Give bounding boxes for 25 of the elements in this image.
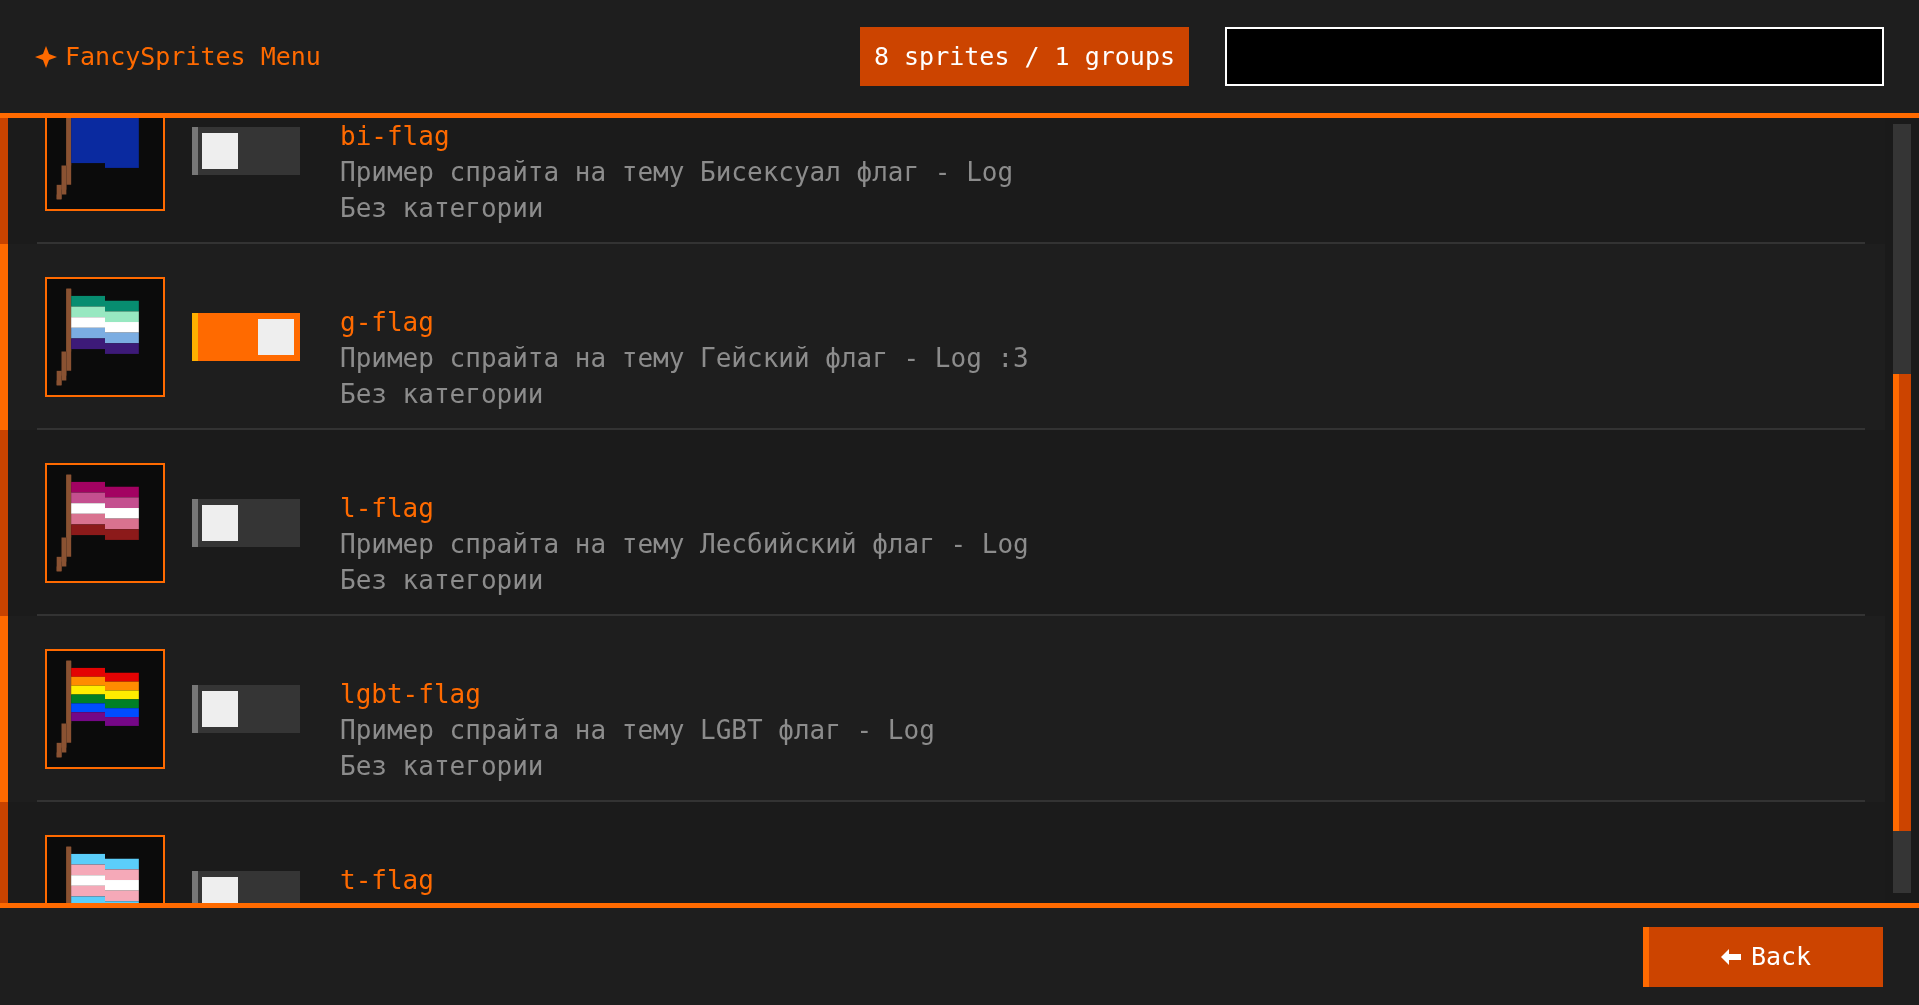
back-button[interactable]: Back [1643, 926, 1883, 987]
sprite-category: Без категории [340, 750, 545, 783]
sprite-description: Пример спрайта на тему Гейский флаг - Log :3 [340, 342, 1029, 375]
sprite-description: Пример спрайта на тему Лесбийский флаг - Log [340, 528, 1029, 561]
star-icon [35, 45, 57, 68]
left-arrow-icon [1720, 948, 1741, 965]
search-field[interactable] [1225, 27, 1884, 86]
sprite-name: g-flag [340, 306, 435, 339]
toggle-switch[interactable] [192, 127, 300, 175]
sprite-category: Без категории [340, 192, 545, 225]
menu-title: FancySprites Menu [65, 40, 321, 73]
sprite-name: lgbt-flag [340, 678, 482, 711]
toggle-switch[interactable] [192, 685, 300, 733]
toggle-switch[interactable] [192, 499, 300, 547]
sprite-description: Пример спрайта на тему Бисексуал флаг - Log [340, 156, 1014, 189]
scrollbar-thumb[interactable] [1893, 374, 1911, 831]
sprite-name: bi-flag [340, 120, 451, 153]
sprite-description: Пример спрайта на тему LGBT флаг - Log [340, 714, 935, 747]
toggle-switch[interactable] [192, 313, 300, 361]
scrollbar-track[interactable] [1893, 124, 1911, 893]
sprite-name: l-flag [340, 492, 435, 525]
sprite-category: Без категории [340, 564, 545, 597]
sprite-count-badge: 8 sprites / 1 groups [859, 27, 1189, 86]
sprite-name: t-flag [340, 864, 434, 897]
sprite-category: Без категории [340, 378, 545, 411]
